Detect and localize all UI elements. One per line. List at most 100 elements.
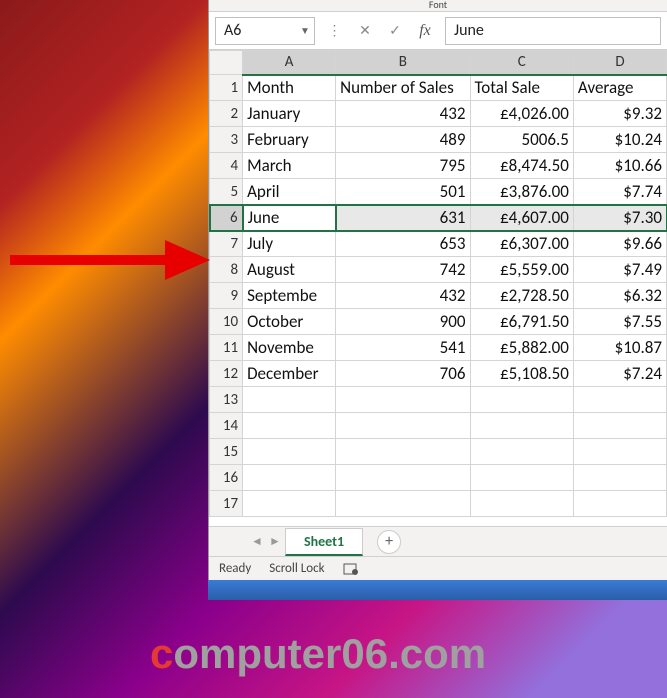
cell-C5[interactable]: £3,876.00 [470,179,573,205]
cell-A1[interactable]: Month [243,75,336,101]
cell-D3[interactable]: $10.24 [573,127,666,153]
col-header-D[interactable]: D [573,51,666,75]
col-header-A[interactable]: A [243,51,336,75]
cell-B14[interactable] [336,413,470,439]
cell-C10[interactable]: £6,791.50 [470,309,573,335]
cell-D6[interactable]: $7.30 [573,205,666,231]
cell-C1[interactable]: Total Sale [470,75,573,101]
cell-A12[interactable]: December [243,361,336,387]
cell-A5[interactable]: April [243,179,336,205]
cell-C8[interactable]: £5,559.00 [470,257,573,283]
row-header[interactable]: 12 [210,361,243,387]
cell-A14[interactable] [243,413,336,439]
add-sheet-button[interactable]: + [377,530,401,554]
cell-D17[interactable] [573,491,666,517]
cell-C13[interactable] [470,387,573,413]
row-header[interactable]: 16 [210,465,243,491]
row-header[interactable]: 17 [210,491,243,517]
cell-B12[interactable]: 706 [336,361,470,387]
row-header[interactable]: 9 [210,283,243,309]
cell-A3[interactable]: February [243,127,336,153]
sheet-tab-active[interactable]: Sheet1 [285,528,363,556]
cell-A8[interactable]: August [243,257,336,283]
cell-B7[interactable]: 653 [336,231,470,257]
cell-C17[interactable] [470,491,573,517]
cell-C14[interactable] [470,413,573,439]
cell-D4[interactable]: $10.66 [573,153,666,179]
cell-B16[interactable] [336,465,470,491]
cell-C2[interactable]: £4,026.00 [470,101,573,127]
row-header[interactable]: 13 [210,387,243,413]
select-all-corner[interactable] [210,51,243,75]
cell-A11[interactable]: Novembe [243,335,336,361]
cell-B11[interactable]: 541 [336,335,470,361]
formula-bar-input[interactable] [445,17,661,45]
cell-A13[interactable] [243,387,336,413]
cell-A17[interactable] [243,491,336,517]
cell-B13[interactable] [336,387,470,413]
cell-A15[interactable] [243,439,336,465]
cell-D9[interactable]: $6.32 [573,283,666,309]
row-header[interactable]: 2 [210,101,243,127]
cancel-formula-button[interactable]: ✕ [351,18,379,44]
row-header[interactable]: 14 [210,413,243,439]
spreadsheet-grid[interactable]: A B C D 1MonthNumber of SalesTotal SaleA… [209,50,667,526]
cell-C4[interactable]: £8,474.50 [470,153,573,179]
row-header[interactable]: 15 [210,439,243,465]
cell-A16[interactable] [243,465,336,491]
cell-C9[interactable]: £2,728.50 [470,283,573,309]
row-header[interactable]: 10 [210,309,243,335]
cell-D10[interactable]: $7.55 [573,309,666,335]
row-header[interactable]: 1 [210,75,243,101]
cell-C16[interactable] [470,465,573,491]
cell-D11[interactable]: $10.87 [573,335,666,361]
cell-D5[interactable]: $7.74 [573,179,666,205]
macro-record-icon[interactable] [343,562,359,576]
cell-B8[interactable]: 742 [336,257,470,283]
cell-B3[interactable]: 489 [336,127,470,153]
cell-B5[interactable]: 501 [336,179,470,205]
row-header[interactable]: 11 [210,335,243,361]
cell-C3[interactable]: 5006.5 [470,127,573,153]
formula-expand-icon[interactable]: ⋮ [321,18,349,44]
name-box-dropdown-icon[interactable]: ▼ [296,24,314,37]
cell-B15[interactable] [336,439,470,465]
cell-A7[interactable]: July [243,231,336,257]
cell-A10[interactable]: October [243,309,336,335]
cell-B9[interactable]: 432 [336,283,470,309]
cell-D2[interactable]: $9.32 [573,101,666,127]
cell-D15[interactable] [573,439,666,465]
col-header-C[interactable]: C [470,51,573,75]
cell-D12[interactable]: $7.24 [573,361,666,387]
cell-D13[interactable] [573,387,666,413]
cell-B4[interactable]: 795 [336,153,470,179]
cell-D8[interactable]: $7.49 [573,257,666,283]
cell-A4[interactable]: March [243,153,336,179]
cell-C6[interactable]: £4,607.00 [470,205,573,231]
cell-D16[interactable] [573,465,666,491]
cell-C11[interactable]: £5,882.00 [470,335,573,361]
cell-C15[interactable] [470,439,573,465]
cell-B17[interactable] [336,491,470,517]
row-header[interactable]: 6 [210,205,243,231]
tab-nav-prev-icon[interactable]: ◄ [249,532,265,552]
cell-D1[interactable]: Average [573,75,666,101]
row-header[interactable]: 3 [210,127,243,153]
tab-nav-next-icon[interactable]: ► [267,532,283,552]
cell-B6[interactable]: 631 [336,205,470,231]
cell-C7[interactable]: £6,307.00 [470,231,573,257]
cell-D7[interactable]: $9.66 [573,231,666,257]
row-header[interactable]: 7 [210,231,243,257]
row-header[interactable]: 5 [210,179,243,205]
row-header[interactable]: 4 [210,153,243,179]
cell-C12[interactable]: £5,108.50 [470,361,573,387]
insert-function-button[interactable]: fx [411,18,439,44]
cell-B10[interactable]: 900 [336,309,470,335]
cell-B2[interactable]: 432 [336,101,470,127]
row-header[interactable]: 8 [210,257,243,283]
accept-formula-button[interactable]: ✓ [381,18,409,44]
name-box[interactable]: A6 ▼ [215,17,315,45]
cell-A2[interactable]: January [243,101,336,127]
cell-D14[interactable] [573,413,666,439]
cell-A6[interactable]: June [243,205,336,231]
